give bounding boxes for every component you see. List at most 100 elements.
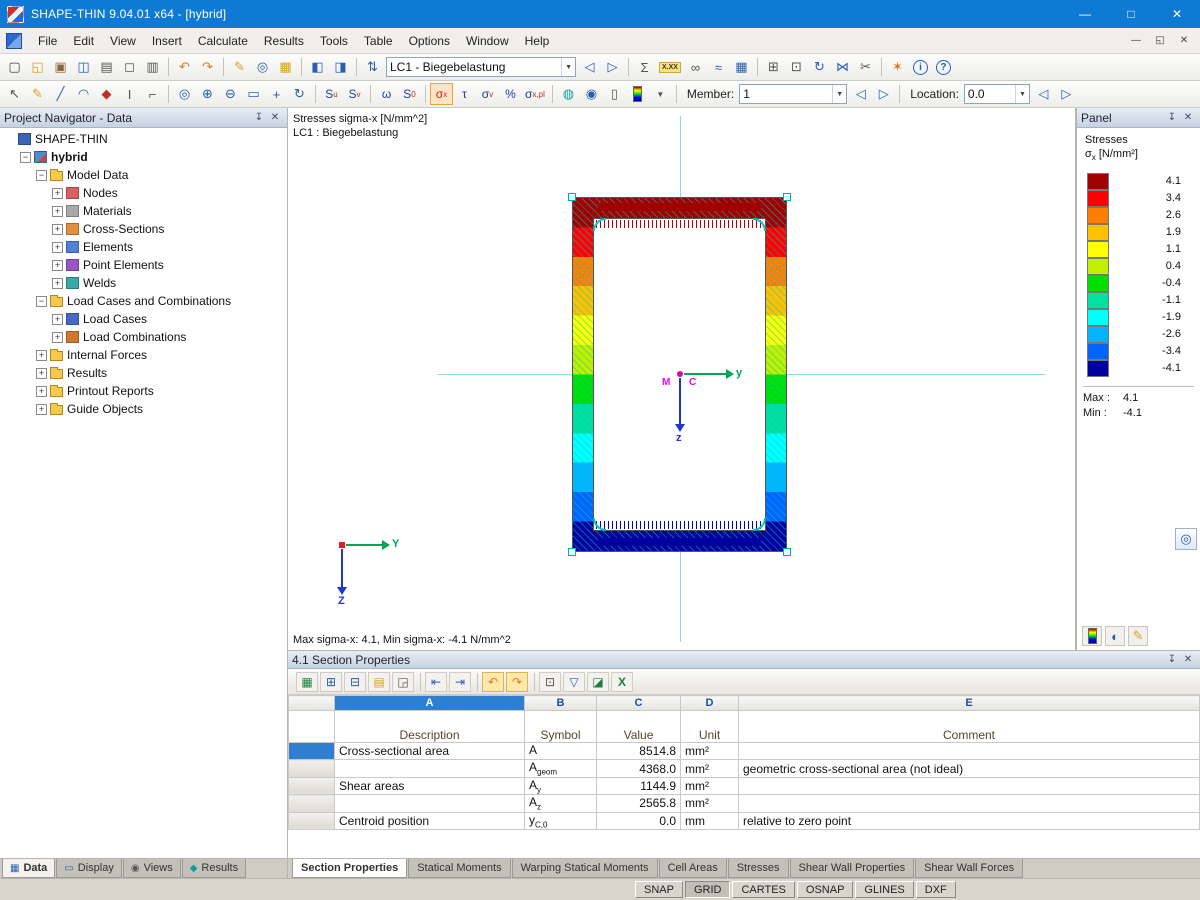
color-scale-icon[interactable] [626,83,649,105]
value-cell[interactable]: 2565.8 [596,794,681,813]
color-scale-settings-icon[interactable] [1082,626,1102,646]
value-cell[interactable]: 4368.0 [596,759,681,778]
menu-table[interactable]: Table [356,30,401,52]
comment-cell[interactable]: relative to zero point [738,811,1200,830]
unit-cell[interactable]: mm² [680,794,739,813]
result-percent-button[interactable]: % [499,83,522,105]
row-gutter[interactable] [288,776,335,796]
tab-section-properties[interactable]: Section Properties [292,859,408,878]
corner-node[interactable] [568,193,576,201]
symbol-header[interactable]: Symbol [524,710,597,743]
symbol-cell[interactable]: yC,0 [524,811,597,830]
grid-toggle[interactable]: GRID [684,881,731,898]
close-icon[interactable]: ✕ [267,110,283,126]
print-icon[interactable]: ▤ [95,56,118,78]
filter-icon[interactable]: ▽ [563,671,585,692]
tree-item-nodes[interactable]: + Nodes [0,184,287,202]
collapse-icon[interactable]: − [36,169,47,181]
corner-node[interactable] [783,193,791,201]
tree-item-load-combinations[interactable]: + Load Combinations [0,328,287,346]
visibility-icon[interactable]: ◉ [580,83,603,105]
table-view-icon[interactable]: ◨ [329,56,352,78]
column-d-header[interactable]: D [680,695,739,711]
result-tau-button[interactable]: τ [453,83,476,105]
menu-edit[interactable]: Edit [65,30,102,52]
zoom-all-icon[interactable]: ▭ [242,83,265,105]
excel-export-icon[interactable]: X [611,671,633,692]
corner-detail-icon[interactable]: ◲ [392,671,414,692]
menu-file[interactable]: File [30,30,65,52]
tab-warping-statical-moments[interactable]: Warping Statical Moments [511,859,658,878]
insert-row-icon[interactable]: ⊞ [320,671,342,692]
pin-icon[interactable]: ↧ [1164,652,1180,668]
tree-item-cross-sections[interactable]: + Cross-Sections [0,220,287,238]
rendering-mode-icon[interactable]: ◐ [1105,626,1125,646]
mdi-minimize-button[interactable]: — [1124,32,1148,50]
tab-results[interactable]: ◆ Results [181,859,247,878]
corner-node[interactable] [568,548,576,556]
split-view-icon[interactable]: ◧ [306,56,329,78]
pin-icon[interactable]: ↧ [251,110,267,126]
expand-icon[interactable]: + [36,403,47,415]
comment-cell[interactable]: geometric cross-sectional area (not idea… [738,759,1200,778]
menu-options[interactable]: Options [401,30,458,52]
next-load-case-icon[interactable]: ▷ [601,56,624,78]
value-cell[interactable]: 1144.9 [596,776,681,796]
column-a-header[interactable]: A [334,695,525,711]
unit-header[interactable]: Unit [680,710,739,743]
next-location-icon[interactable]: ▷ [1055,83,1078,105]
result-s0-button[interactable]: S0 [398,83,421,105]
table-corner[interactable] [288,695,335,711]
description-cell[interactable]: Centroid position [334,811,525,830]
expand-icon[interactable]: + [52,331,63,343]
check-results-icon[interactable]: ∞ [684,56,707,78]
next-member-icon[interactable]: ▷ [872,83,895,105]
tree-item-printout-reports[interactable]: + Printout Reports [0,382,287,400]
tab-stresses[interactable]: Stresses [727,859,789,878]
goto-table-icon[interactable]: ▦ [296,671,318,692]
load-case-icon[interactable]: ⇅ [361,56,384,78]
drawing-canvas[interactable]: Stresses sigma-x [N/mm^2] LC1 : Biegebel… [288,108,1076,650]
draw-arc-icon[interactable]: ◠ [72,83,95,105]
undo-icon[interactable]: ↶ [482,671,504,692]
pin-icon[interactable]: ↧ [1164,110,1180,126]
tree-item-shape-thin[interactable]: SHAPE-THIN [0,130,287,148]
collapse-icon[interactable]: − [20,151,31,163]
collapse-icon[interactable]: − [36,295,47,307]
symbol-cell[interactable]: A [524,741,597,761]
chevron-down-icon[interactable]: ▼ [832,85,843,103]
draw-element-icon[interactable]: ✎ [26,83,49,105]
select-icon[interactable]: ↖ [3,83,26,105]
tree-item-guide-objects[interactable]: + Guide Objects [0,400,287,418]
row-gutter[interactable] [288,794,335,813]
menu-view[interactable]: View [102,30,144,52]
beam-tool-icon[interactable]: Ι [118,83,141,105]
tree-item-internal-forces[interactable]: + Internal Forces [0,346,287,364]
panel-toggle-icon[interactable]: ▯ [603,83,626,105]
expand-icon[interactable]: + [52,313,63,325]
symbol-cell[interactable]: Ay [524,776,597,796]
tab-display[interactable]: ▭ Display [56,859,122,878]
measure-icon[interactable]: ⌐ [141,83,164,105]
calculate-icon[interactable]: Σ [633,56,656,78]
tab-shear-wall-properties[interactable]: Shear Wall Properties [789,859,915,878]
node-tool-icon[interactable]: ◆ [95,83,118,105]
column-b-header[interactable]: B [524,695,597,711]
info-icon[interactable]: i [909,56,932,78]
expand-icon[interactable]: + [52,205,63,217]
dxf-toggle[interactable]: DXF [915,881,956,898]
description-cell[interactable] [334,794,525,813]
tab-views[interactable]: ◉ Views [122,859,181,878]
symbol-cell[interactable]: Ageom [524,759,597,778]
menu-window[interactable]: Window [458,30,517,52]
chevron-down-icon[interactable]: ▼ [1014,85,1026,103]
cut-icon[interactable]: ✂ [854,56,877,78]
export-table-icon[interactable]: ⇥ [449,671,471,692]
new-icon[interactable]: ▢ [3,56,26,78]
result-omega-button[interactable]: ω [375,83,398,105]
tree-item-results[interactable]: + Results [0,364,287,382]
previous-member-icon[interactable]: ◁ [849,83,872,105]
previous-location-icon[interactable]: ◁ [1032,83,1055,105]
minimize-button[interactable]: — [1062,0,1108,28]
print-preview-icon[interactable]: ◻ [118,56,141,78]
